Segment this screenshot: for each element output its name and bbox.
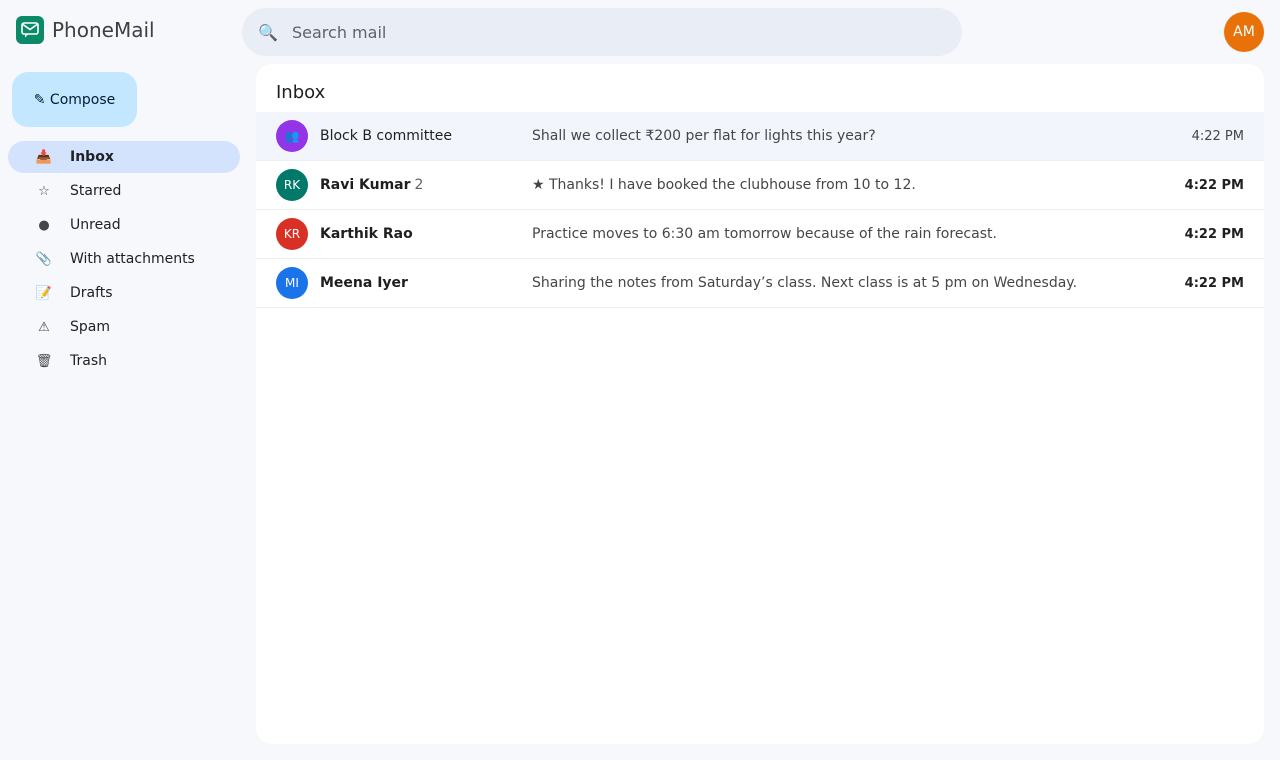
with-attachments-icon: 📎 [35, 251, 53, 267]
spam-icon: ⚠ [38, 319, 50, 335]
compose-button[interactable]: ✎ Compose [12, 72, 137, 127]
sender-avatar: RK [276, 169, 308, 201]
sidebar-item-drafts[interactable]: 📝 Drafts [8, 277, 240, 309]
sidebar-item-spam[interactable]: ⚠ Spam [8, 311, 240, 343]
thread-subject: Shall we collect ₹200 per flat for light… [532, 128, 876, 144]
sender-avatar: KR [276, 218, 308, 250]
thread-subject: Practice moves to 6:30 am tomorrow becau… [532, 226, 997, 242]
thread-time: 4:22 PM [1191, 128, 1244, 144]
sidebar-item-label: Drafts [70, 285, 113, 301]
thread-sender: Meena Iyer [320, 275, 520, 291]
thread-row[interactable]: MI Meena Iyer Sharing the notes from Satur… [256, 259, 1264, 308]
thread-sender: Karthik Rao [320, 226, 520, 242]
sender-avatar: MI [276, 267, 308, 299]
thread-subject: ★ Thanks! I have booked the clubhouse fr… [532, 177, 916, 193]
sidebar-item-label: Inbox [70, 149, 114, 165]
mail-logo-icon [16, 16, 44, 44]
sidebar-item-with-attachments[interactable]: 📎 With attachments [8, 243, 240, 275]
thread-sender: Ravi Kumar 2 [320, 177, 520, 193]
sidebar-item-starred[interactable]: ☆ Starred [8, 175, 240, 207]
search-input[interactable] [292, 22, 912, 42]
thread-row[interactable]: 👥 Block B committee Shall we collect ₹200 … [256, 112, 1264, 161]
brand[interactable]: PhoneMail [16, 16, 155, 44]
sender-name: Meena Iyer [320, 275, 408, 291]
mail-app: PhoneMail 🔍 AM ✎ Compose 📥 Inbox ☆ Starred ●… [0, 0, 1280, 760]
thread-time: 4:22 PM [1184, 177, 1244, 193]
inbox-panel: Inbox 👥 Block B committee Shall we collect… [256, 64, 1264, 744]
sidebar-item-unread[interactable]: ● Unread [8, 209, 240, 241]
thread-time: 4:22 PM [1184, 275, 1244, 291]
sender-avatar: 👥 [276, 120, 308, 152]
thread-row[interactable]: RK Ravi Kumar 2 ★ Thanks! I have booked the… [256, 161, 1264, 210]
sender-name: Block B committee [320, 128, 453, 144]
inbox-icon: 📥 [35, 149, 53, 165]
sidebar-item-inbox[interactable]: 📥 Inbox [8, 141, 240, 173]
sidebar-item-label: Spam [70, 319, 110, 335]
search-icon[interactable]: 🔍 [258, 23, 278, 42]
app-name: PhoneMail [52, 18, 155, 42]
starred-icon: ☆ [38, 183, 50, 199]
sender-name: Karthik Rao [320, 226, 413, 242]
sidebar-item-trash[interactable]: 🗑 Trash [8, 345, 240, 377]
drafts-icon: 📝 [35, 285, 53, 301]
thread-time: 4:22 PM [1184, 226, 1244, 242]
sender-name: Ravi Kumar [320, 177, 411, 193]
thread-sender: Block B committee [320, 128, 520, 144]
thread-row[interactable]: KR Karthik Rao Practice moves to 6:30 am t… [256, 210, 1264, 259]
thread-subject: Sharing the notes from Saturday’s class.… [532, 275, 1078, 291]
sidebar-item-label: Unread [70, 217, 121, 233]
sidebar-item-label: Trash [70, 353, 107, 369]
search-bar[interactable]: 🔍 [242, 8, 962, 56]
thread-count: 2 [414, 177, 424, 193]
unread-icon: ● [38, 217, 50, 233]
sidebar-item-label: With attachments [70, 251, 195, 267]
sidebar-nav: 📥 Inbox ☆ Starred ● Unread 📎 With attachments 📝 D… [8, 141, 240, 379]
page-title: Inbox [276, 82, 326, 103]
thread-list: 👥 Block B committee Shall we collect ₹200 … [256, 112, 1264, 308]
trash-icon: 🗑 [35, 353, 53, 369]
sidebar-item-label: Starred [70, 183, 122, 199]
account-avatar[interactable]: AM [1224, 12, 1264, 52]
